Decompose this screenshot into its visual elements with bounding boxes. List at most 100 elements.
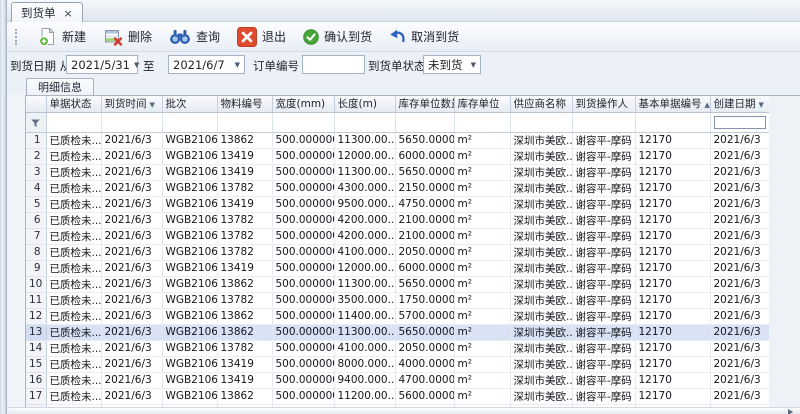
table-cell[interactable]: m² (454, 196, 510, 212)
table-cell[interactable]: 13782 (217, 244, 272, 260)
table-cell[interactable]: 4100.000... (334, 340, 395, 356)
row-number-cell[interactable]: 1 (26, 132, 46, 148)
table-cell[interactable]: 2021/6/3 (710, 228, 769, 244)
table-cell[interactable]: 深圳市美欧... (510, 324, 572, 340)
table-cell[interactable]: 4200.000... (334, 212, 395, 228)
table-cell[interactable]: WGB2106... (162, 388, 217, 404)
table-cell[interactable]: 谢容平-摩码 (572, 292, 635, 308)
table-cell[interactable]: 12170 (635, 228, 710, 244)
table-cell[interactable]: 12170 (635, 356, 710, 372)
table-cell[interactable]: 6000.000000 (395, 148, 454, 164)
table-cell[interactable]: 13862 (217, 324, 272, 340)
horizontal-scrollbar[interactable] (7, 407, 800, 414)
table-cell[interactable]: 已质检未... (46, 292, 101, 308)
table-cell[interactable]: WGB2106... (162, 308, 217, 324)
table-cell[interactable]: 5650.000000 (395, 324, 454, 340)
table-cell[interactable]: 2021/6/3 (710, 372, 769, 388)
table-cell[interactable]: WGB2106... (162, 260, 217, 276)
delete-button[interactable]: 删除 (103, 27, 152, 47)
table-cell[interactable]: 12170 (635, 324, 710, 340)
table-cell[interactable]: 4000.000000 (395, 356, 454, 372)
table-cell[interactable]: 已质检未... (46, 324, 101, 340)
table-cell[interactable]: 谢容平-摩码 (572, 340, 635, 356)
table-cell[interactable]: 500.000000 (272, 212, 334, 228)
table-cell[interactable]: 13419 (217, 372, 272, 388)
table-cell[interactable]: 已质检未... (46, 356, 101, 372)
table-cell[interactable]: 2021/6/3 (710, 164, 769, 180)
row-number-cell[interactable]: 13 (26, 324, 46, 340)
table-cell[interactable]: 11400.00... (334, 308, 395, 324)
row-number-cell[interactable]: 7 (26, 228, 46, 244)
table-cell[interactable]: 500.000000 (272, 164, 334, 180)
table-cell[interactable]: m² (454, 340, 510, 356)
table-cell[interactable]: 11300.00... (334, 164, 395, 180)
row-number-cell[interactable]: 6 (26, 212, 46, 228)
table-cell[interactable]: WGB2106... (162, 292, 217, 308)
table-cell[interactable]: WGB2106... (162, 132, 217, 148)
filter-cell[interactable] (272, 112, 334, 132)
table-cell[interactable]: 2021/6/3 (710, 388, 769, 404)
table-cell[interactable]: 深圳市美欧... (510, 244, 572, 260)
table-cell[interactable]: 9400.000... (334, 372, 395, 388)
table-cell[interactable]: WGB2106... (162, 228, 217, 244)
column-header-7[interactable]: 库存单位 (454, 96, 510, 112)
table-cell[interactable]: 已质检未... (46, 180, 101, 196)
table-cell[interactable]: 谢容平-摩码 (572, 132, 635, 148)
filter-cell[interactable] (395, 112, 454, 132)
table-cell[interactable]: 2021/6/3 (101, 388, 162, 404)
table-cell[interactable]: m² (454, 244, 510, 260)
table-cell[interactable]: 深圳市美欧... (510, 148, 572, 164)
table-cell[interactable]: 500.000000 (272, 292, 334, 308)
filter-cell[interactable] (46, 112, 101, 132)
table-cell[interactable]: 4100.000... (334, 244, 395, 260)
table-cell[interactable]: m² (454, 356, 510, 372)
table-cell[interactable]: 谢容平-摩码 (572, 164, 635, 180)
table-cell[interactable]: WGB2106... (162, 212, 217, 228)
table-cell[interactable]: 深圳市美欧... (510, 388, 572, 404)
table-cell[interactable]: 2021/6/3 (710, 148, 769, 164)
table-cell[interactable]: 谢容平-摩码 (572, 180, 635, 196)
table-cell[interactable]: 已质检未... (46, 148, 101, 164)
table-cell[interactable]: 500.000000 (272, 388, 334, 404)
table-cell[interactable]: 500.000000 (272, 276, 334, 292)
table-cell[interactable]: m² (454, 292, 510, 308)
table-cell[interactable]: WGB2106... (162, 324, 217, 340)
table-cell[interactable]: 2021/6/3 (710, 340, 769, 356)
filter-cell[interactable] (334, 112, 395, 132)
row-number-cell[interactable]: 15 (26, 356, 46, 372)
column-header-11[interactable]: 创建日期▼ (710, 96, 769, 112)
date-to-select[interactable]: 2021/6/7 ▼ (168, 55, 245, 74)
table-cell[interactable]: 1750.000000 (395, 292, 454, 308)
table-cell[interactable]: 500.000000 (272, 372, 334, 388)
table-cell[interactable]: 谢容平-摩码 (572, 212, 635, 228)
table-cell[interactable]: 2021/6/3 (710, 180, 769, 196)
order-no-input[interactable] (302, 55, 365, 74)
table-cell[interactable]: 深圳市美欧... (510, 132, 572, 148)
table-cell[interactable]: 已质检未... (46, 372, 101, 388)
table-cell[interactable]: m² (454, 228, 510, 244)
table-cell[interactable]: 5650.000000 (395, 132, 454, 148)
table-cell[interactable]: WGB2106... (162, 196, 217, 212)
table-cell[interactable]: 深圳市美欧... (510, 340, 572, 356)
table-cell[interactable]: 8000.000... (334, 356, 395, 372)
table-cell[interactable]: 深圳市美欧... (510, 372, 572, 388)
table-cell[interactable]: m² (454, 148, 510, 164)
table-cell[interactable]: 2021/6/3 (101, 324, 162, 340)
table-cell[interactable]: 已质检未... (46, 244, 101, 260)
table-cell[interactable]: 谢容平-摩码 (572, 372, 635, 388)
table-cell[interactable]: 12170 (635, 180, 710, 196)
row-number-cell[interactable]: 11 (26, 292, 46, 308)
filter-cell[interactable] (162, 112, 217, 132)
filter-cell[interactable] (217, 112, 272, 132)
row-number-cell[interactable]: 2 (26, 148, 46, 164)
table-cell[interactable]: 已质检未... (46, 260, 101, 276)
table-cell[interactable]: 已质检未... (46, 212, 101, 228)
table-cell[interactable]: 谢容平-摩码 (572, 244, 635, 260)
row-number-cell[interactable]: 16 (26, 372, 46, 388)
table-cell[interactable]: 12000.00... (334, 260, 395, 276)
table-cell[interactable]: 13419 (217, 164, 272, 180)
arrival-status-select[interactable]: 未到货 ▼ (423, 55, 481, 74)
table-cell[interactable]: 深圳市美欧... (510, 276, 572, 292)
table-cell[interactable]: 2021/6/3 (101, 132, 162, 148)
table-cell[interactable]: 12170 (635, 212, 710, 228)
